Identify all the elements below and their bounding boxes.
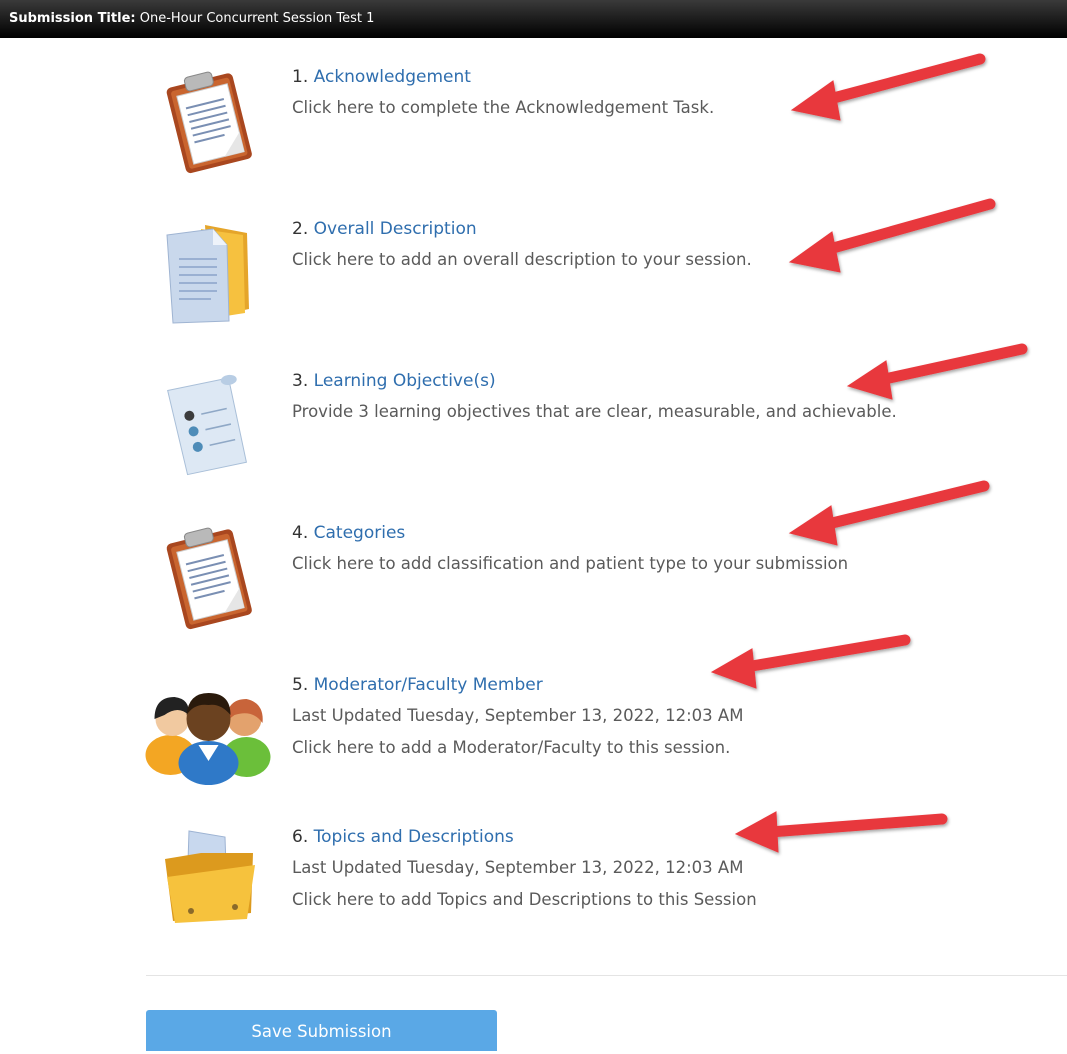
submission-title-value: One-Hour Concurrent Session Test 1 bbox=[139, 11, 375, 26]
task-categories: 4. Categories Click here to add classifi… bbox=[0, 523, 1067, 653]
submission-title-bar: Submission Title: One-Hour Concurrent Se… bbox=[0, 0, 1067, 38]
acknowledgement-link[interactable]: Acknowledgement bbox=[314, 67, 471, 87]
task-number: 6. bbox=[292, 827, 309, 847]
people-group-icon[interactable] bbox=[135, 675, 280, 785]
task-number: 2. bbox=[292, 219, 309, 239]
task-moderator-faculty: 5. Moderator/Faculty Member Last Updated… bbox=[0, 675, 1067, 805]
overall-description-link[interactable]: Overall Description bbox=[314, 219, 477, 239]
documents-folder-icon[interactable] bbox=[155, 219, 265, 329]
open-folder-icon[interactable] bbox=[155, 827, 265, 937]
task-number: 1. bbox=[292, 67, 309, 87]
task-description: Click here to add an overall description… bbox=[292, 250, 752, 269]
last-updated-text: Last Updated Tuesday, September 13, 2022… bbox=[292, 706, 744, 725]
submission-title-label: Submission Title: bbox=[9, 11, 136, 26]
task-description: Provide 3 learning objectives that are c… bbox=[292, 402, 897, 421]
clipboard-icon[interactable] bbox=[155, 523, 265, 633]
task-number: 5. bbox=[292, 675, 309, 695]
divider bbox=[146, 975, 1067, 976]
task-description: Click here to add classification and pat… bbox=[292, 554, 849, 573]
scroll-list-icon[interactable] bbox=[155, 371, 265, 481]
task-topics-descriptions: 6. Topics and Descriptions Last Updated … bbox=[0, 827, 1067, 957]
task-acknowledgement: 1. Acknowledgement Click here to complet… bbox=[0, 67, 1067, 197]
task-overall-description: 2. Overall Description Click here to add… bbox=[0, 219, 1067, 349]
moderator-faculty-link[interactable]: Moderator/Faculty Member bbox=[314, 675, 543, 695]
topics-descriptions-link[interactable]: Topics and Descriptions bbox=[314, 827, 514, 847]
task-description: Click here to add Topics and Description… bbox=[292, 890, 757, 909]
save-submission-button[interactable]: Save Submission bbox=[146, 1010, 497, 1051]
task-number: 4. bbox=[292, 523, 309, 543]
categories-link[interactable]: Categories bbox=[314, 523, 406, 543]
task-description: Click here to add a Moderator/Faculty to… bbox=[292, 738, 731, 757]
learning-objectives-link[interactable]: Learning Objective(s) bbox=[314, 371, 496, 391]
last-updated-text: Last Updated Tuesday, September 13, 2022… bbox=[292, 858, 744, 877]
clipboard-icon[interactable] bbox=[155, 67, 265, 177]
task-number: 3. bbox=[292, 371, 309, 391]
task-description: Click here to complete the Acknowledgeme… bbox=[292, 98, 715, 117]
task-learning-objectives: 3. Learning Objective(s) Provide 3 learn… bbox=[0, 371, 1067, 501]
